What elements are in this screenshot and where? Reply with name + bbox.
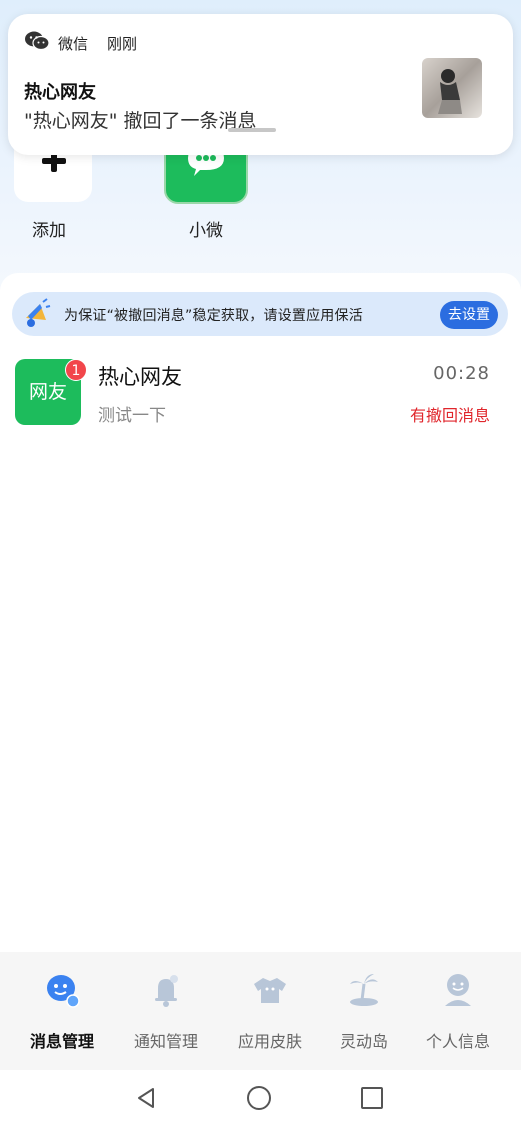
notification-body: "热心网友" 撤回了一条消息 (24, 110, 257, 132)
message-manage-icon[interactable] (42, 970, 82, 1010)
plus-icon-bar (42, 158, 66, 164)
bell-icon[interactable] (146, 970, 186, 1010)
nav-message-manage[interactable]: 消息管理 (10, 1028, 114, 1052)
chat-name: 热心网友 (98, 365, 182, 389)
unread-badge: 1 (65, 359, 87, 381)
keepalive-banner-text: 为保证“被撤回消息”稳定获取，请设置应用保活 (64, 308, 363, 324)
notification-thumbnail (422, 58, 482, 118)
notification-title: 热心网友 (24, 82, 96, 103)
notification-drag-handle[interactable] (228, 128, 276, 132)
chat-last-message: 测试一下 (98, 406, 166, 426)
add-app-label: 添加 (32, 221, 66, 241)
home-icon[interactable] (247, 1086, 271, 1110)
profile-icon[interactable] (438, 970, 478, 1010)
screen: 添加 小微 微信 刚刚 热心网友 "热心网友" 撤回了一条消息 为保证“被撤回消… (0, 0, 521, 1122)
go-settings-button[interactable]: 去设置 (440, 301, 498, 329)
wechat-icon (25, 31, 50, 51)
tshirt-icon[interactable] (250, 970, 290, 1010)
person-photo-icon (438, 69, 462, 114)
recalled-message-status: 有撤回消息 (409, 406, 490, 425)
recent-apps-icon[interactable] (361, 1087, 383, 1109)
wechat-app-label: 小微 (189, 221, 223, 241)
notification-time: 刚刚 (107, 35, 138, 53)
nav-dynamic-island[interactable]: 灵动岛 (312, 1028, 416, 1052)
megaphone-icon (26, 298, 51, 327)
nav-notification-manage[interactable]: 通知管理 (114, 1028, 218, 1052)
nav-app-skin[interactable]: 应用皮肤 (218, 1028, 322, 1052)
chat-time: 00:28 (433, 363, 490, 384)
notification-app-name: 微信 (58, 35, 89, 53)
island-icon[interactable] (344, 970, 384, 1010)
back-icon[interactable] (134, 1086, 158, 1110)
nav-profile[interactable]: 个人信息 (406, 1028, 510, 1052)
